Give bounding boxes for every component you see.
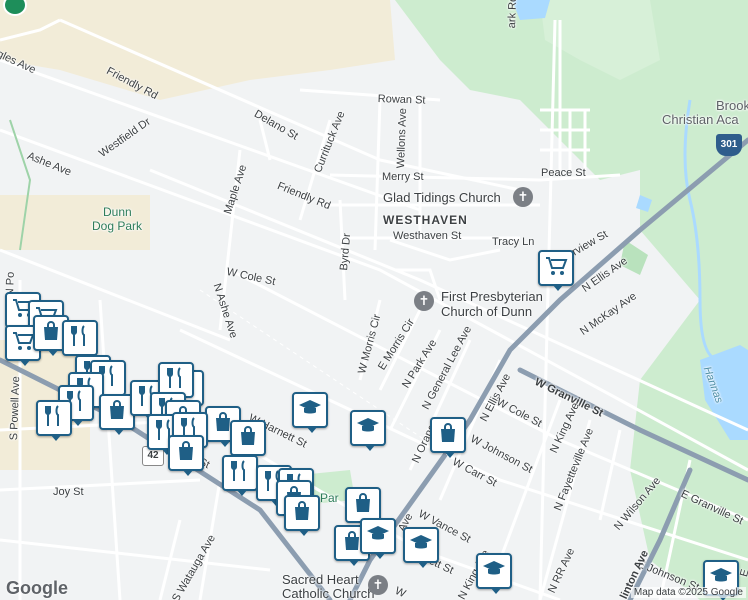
grocery-icon [11,329,35,358]
dunn-dog-park-label[interactable]: Dunn [103,205,132,219]
shopping-bag-icon [105,398,129,427]
wellons-ave-label: Wellons Ave [395,107,410,169]
school-marker[interactable] [476,553,512,594]
school-marker[interactable] [403,527,439,568]
park-rd-label: ark Rd [506,0,520,29]
restaurant-marker[interactable] [62,320,98,361]
tracy-ln-label: Tracy Ln [492,236,535,248]
restaurant-icon [164,366,188,395]
sacred-heart-label-2[interactable]: Catholic Church [282,586,375,600]
shopping-bag-icon [436,421,460,450]
brook-label[interactable]: Brook [716,98,748,113]
google-logo: Google [6,578,68,598]
joy-st-label: Joy St [53,486,84,498]
school-marker[interactable] [360,518,396,559]
glad-tidings-church-label[interactable]: Glad Tidings Church [383,190,501,205]
shopping-bag-icon [174,439,198,468]
shopping-bag-marker[interactable] [430,417,466,458]
shopping-bag-icon [351,491,375,520]
cross-icon[interactable]: ✝ [414,291,434,311]
school-marker[interactable] [350,410,386,451]
school-icon [366,522,390,551]
brook-christian-label[interactable]: Christian Aca [662,112,739,127]
restaurant-icon [68,324,92,353]
shopping-bag-icon [39,319,63,348]
school-marker[interactable] [292,392,328,433]
first-presbyterian-label-2[interactable]: Church of Dunn [441,304,532,319]
peace-st-label: Peace St [541,167,586,179]
school-icon [356,414,380,443]
s-powell-ave-label: S Powell Ave [8,376,23,441]
school-icon [298,396,322,425]
grocery-icon [544,254,568,283]
restaurant-marker[interactable] [222,455,258,496]
cross-icon[interactable]: ✝ [368,575,388,595]
school-icon [409,531,433,560]
grocery-marker[interactable] [538,250,574,291]
shopping-bag-marker[interactable] [284,495,320,536]
merry-st-label: Merry St [382,171,424,183]
westhaven-st-label: Westhaven St [393,230,462,242]
rowan-st-label: Rowan St [377,93,426,107]
map-attribution[interactable]: Map data ©2025 Google [630,587,746,598]
first-presbyterian-label[interactable]: First Presbyterian [441,289,543,304]
restaurant-marker[interactable] [36,400,72,441]
shopping-bag-marker[interactable] [230,420,266,461]
restaurant-icon [228,459,252,488]
map-canvas[interactable]: Glad Tidings Church ✝ WESTHAVEN ✝ First … [0,0,748,600]
school-icon [482,557,506,586]
shopping-bag-icon [236,424,260,453]
sacred-heart-label[interactable]: Sacred Heart [282,572,359,587]
dunn-dog-park-label-2[interactable]: Dog Park [92,219,142,233]
cross-icon[interactable]: ✝ [513,187,533,207]
route-301-shield: 301 [716,134,742,156]
shopping-bag-icon [290,499,314,528]
park-label: Par [320,491,339,505]
restaurant-icon [42,404,66,433]
westhaven-neighborhood-label: WESTHAVEN [383,213,468,227]
shopping-bag-marker[interactable] [168,435,204,476]
